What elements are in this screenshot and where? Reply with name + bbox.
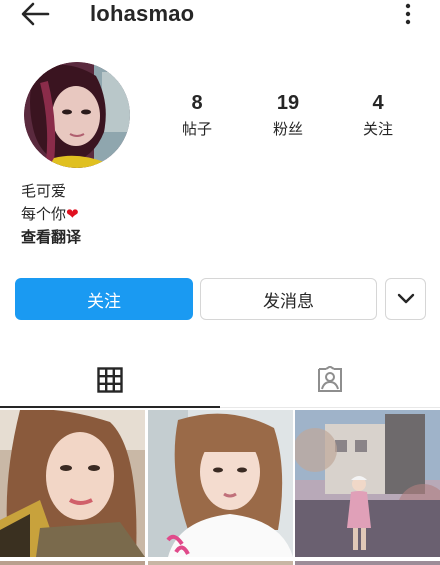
following-count[interactable]: 4 关注 [338, 90, 418, 140]
tab-tagged[interactable] [220, 352, 440, 408]
bio-line: 每个你❤ [21, 203, 81, 226]
profile-username: lohasmao [90, 1, 195, 26]
message-button[interactable]: 发消息 [200, 278, 377, 320]
post-thumbnail[interactable] [148, 410, 293, 557]
arrow-left-icon [21, 2, 50, 26]
posts-count-label: 帖子 [181, 120, 212, 138]
post-thumbnail[interactable] [295, 561, 440, 565]
bio-text: 每个你 [21, 205, 67, 223]
more-vertical-icon [405, 3, 411, 25]
post-thumbnail[interactable] [295, 410, 440, 557]
bio-name: 毛可爱 [21, 182, 67, 200]
posts-count[interactable]: 8 帖子 [157, 90, 237, 140]
post-photo [295, 410, 440, 557]
followers-count-value: 19 [276, 92, 300, 114]
grid-icon [97, 367, 123, 393]
tab-posts-grid[interactable] [0, 352, 220, 408]
suggested-accounts-button[interactable] [385, 278, 426, 320]
post-photo [0, 410, 145, 557]
tagged-person-icon [318, 366, 342, 392]
profile-header: lohasmao [0, 0, 440, 30]
followers-count[interactable]: 19 粉丝 [248, 90, 328, 140]
posts-count-value: 8 [191, 92, 203, 114]
post-photo [148, 410, 293, 557]
follow-button[interactable]: 关注 [15, 278, 193, 320]
following-count-value: 4 [372, 92, 384, 114]
heart-emoji: ❤ [66, 205, 79, 223]
following-count-label: 关注 [362, 120, 393, 138]
post-thumbnail[interactable] [0, 410, 145, 557]
profile-bio: 毛可爱 每个你❤ 查看翻译 [21, 180, 81, 249]
active-tab-indicator [0, 406, 220, 408]
chevron-down-icon [397, 293, 414, 304]
posts-grid [0, 410, 440, 565]
post-thumbnail[interactable] [0, 561, 145, 565]
profile-avatar-photo [24, 62, 130, 168]
followers-count-label: 粉丝 [272, 120, 303, 138]
more-options-button[interactable] [400, 2, 416, 26]
profile-avatar[interactable] [24, 62, 130, 168]
back-button[interactable] [18, 0, 52, 28]
see-translation-link[interactable]: 查看翻译 [21, 226, 81, 249]
post-thumbnail[interactable] [148, 561, 293, 565]
